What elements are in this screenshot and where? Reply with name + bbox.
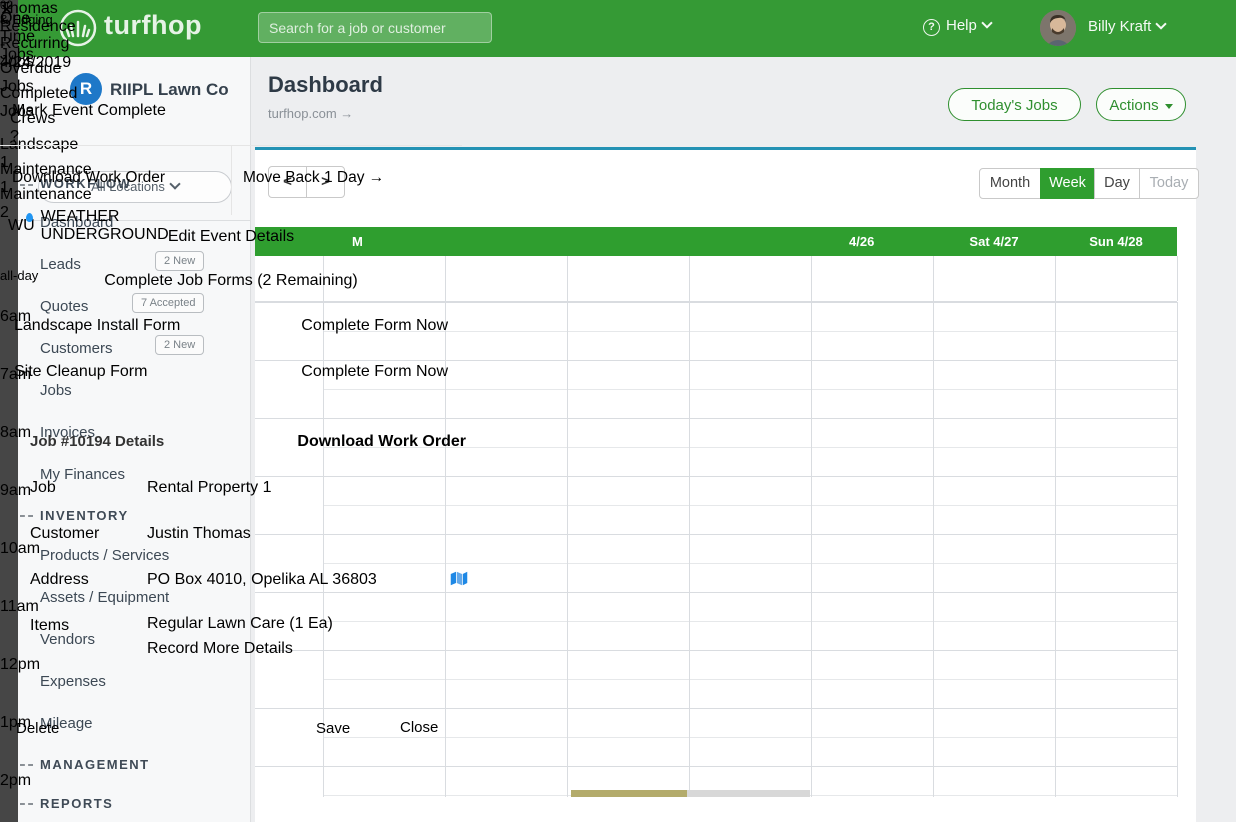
app: turfhop ? Help Billy Kraft R RIIPL Lawn … (0, 0, 1236, 822)
view-today-button[interactable]: Today (1139, 168, 1199, 199)
complete-forms-row[interactable]: Complete Job Forms (2 Remaining) (0, 259, 462, 303)
chevron-down-icon (1156, 18, 1167, 29)
job-label: Job (30, 479, 56, 497)
time-label: 2pm (0, 772, 31, 790)
section-dash-icon (20, 803, 33, 805)
save-button[interactable]: Save (316, 710, 394, 747)
sidebar-section-reports[interactable]: REPORTS (40, 796, 113, 811)
sidebar-section-management[interactable]: MANAGEMENT (40, 757, 150, 772)
delete-button[interactable]: Delete (16, 710, 100, 747)
help-icon: ? (923, 19, 940, 36)
actions-button[interactable]: Actions (1096, 88, 1186, 121)
chevron-down-icon (981, 17, 992, 28)
form-name: Landscape Install Form (14, 317, 180, 335)
move-back-button[interactable]: Move Back 1 Day → (243, 157, 450, 201)
customer-link[interactable]: Justin Thomas (147, 525, 251, 543)
details-label-cell: Items (16, 604, 140, 676)
divider (231, 145, 232, 215)
avatar[interactable] (1040, 10, 1076, 46)
edit-event-details-link[interactable]: Edit Event Details (168, 228, 294, 245)
caret-down-icon (1165, 104, 1173, 109)
view-week-button[interactable]: Week (1040, 168, 1095, 199)
complete-job-forms-link[interactable]: Complete Job Forms (2 Remaining) (104, 272, 357, 289)
user-menu[interactable]: Billy Kraft (1088, 18, 1165, 35)
edit-event-row[interactable]: Edit Event Details (0, 215, 462, 259)
form-name: Site Cleanup Form (14, 363, 147, 381)
section-dash-icon (20, 764, 33, 766)
help-label: Help (946, 17, 977, 34)
complete-form-now-link[interactable]: Complete Form Now (301, 363, 448, 381)
mark-event-complete-button[interactable]: Mark Event Complete (12, 89, 450, 133)
details-value-cell: Regular Lawn Care (1 Ea) Record More Det… (142, 604, 480, 676)
todays-jobs-button[interactable]: Today's Jobs (948, 88, 1081, 121)
details-download-link[interactable]: Download Work Order (297, 433, 466, 451)
download-work-order-button[interactable]: Download Work Order (12, 157, 219, 201)
address-value: PO Box 4010, Opelika AL 36803 (147, 571, 377, 589)
items-label: Items (30, 617, 69, 635)
modal-close-icon[interactable]: ✕ (0, 0, 13, 20)
actions-label: Actions (1109, 97, 1158, 114)
help-menu[interactable]: Help (946, 17, 991, 34)
day-header-sun: Sun 4/28 (1055, 234, 1177, 249)
details-value-cell: PO Box 4010, Opelika AL 36803 (142, 558, 480, 602)
details-header-row: Job #10194 Details Download Work Order (16, 420, 480, 464)
job-details-table: Job #10194 Details Download Work Order J… (16, 420, 480, 676)
details-value-cell: Justin Thomas (142, 512, 480, 556)
view-switcher: Month Week Day Today (980, 168, 1199, 199)
event-fragment (687, 790, 810, 797)
event-fragment (571, 790, 687, 797)
turfhop-logo-text[interactable]: turfhop (104, 10, 202, 41)
record-more-details-link[interactable]: Record More Details (147, 640, 293, 658)
customer-label: Customer (30, 525, 99, 543)
details-label-cell: Job (16, 466, 140, 510)
day-header-fri: 4/26 (849, 234, 874, 249)
job-link[interactable]: Rental Property 1 (147, 479, 272, 497)
details-label-cell: Customer (16, 512, 140, 556)
form-row: Landscape Install Form Complete Form Now (0, 303, 462, 349)
form-row: Site Cleanup Form Complete Form Now (0, 349, 462, 395)
map-icon[interactable] (450, 571, 468, 591)
view-day-button[interactable]: Day (1094, 168, 1140, 199)
search-input[interactable] (258, 12, 492, 43)
details-label-cell: Address (16, 558, 140, 602)
address-label: Address (30, 571, 89, 589)
view-month-button[interactable]: Month (979, 168, 1041, 199)
details-value-cell: Rental Property 1 (142, 466, 480, 510)
close-button[interactable]: Close (400, 710, 482, 747)
top-header: turfhop ? Help Billy Kraft (18, 0, 1236, 57)
user-name: Billy Kraft (1088, 18, 1151, 35)
complete-form-now-link[interactable]: Complete Form Now (301, 317, 448, 335)
item-value: Regular Lawn Care (1 Ea) (147, 615, 333, 633)
day-header-sat: Sat 4/27 (933, 234, 1055, 249)
details-header: Job #10194 Details (30, 433, 164, 450)
